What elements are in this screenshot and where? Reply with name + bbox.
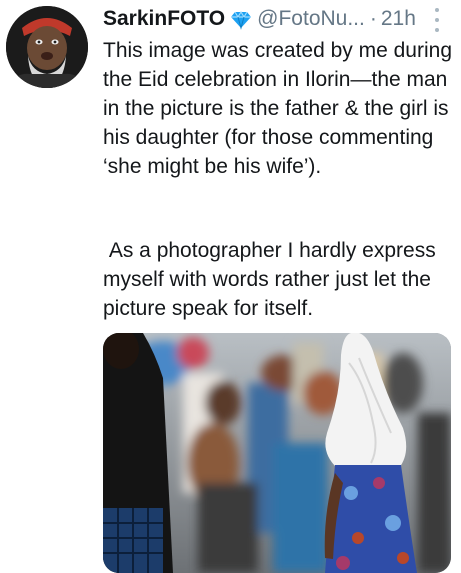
photo-image [103, 333, 451, 573]
tweet-paragraph-1: This image was created by me during the … [103, 39, 458, 178]
user-handle[interactable]: @FotoNu... [257, 7, 365, 31]
separator-dot: · [369, 7, 377, 30]
tweet-body: This image was created by me during the … [103, 36, 455, 181]
more-vertical-icon[interactable] [430, 8, 444, 32]
gem-icon [230, 8, 252, 30]
tweet-timestamp[interactable]: 21h [381, 7, 416, 31]
avatar[interactable] [6, 6, 88, 88]
avatar-image [6, 6, 88, 88]
tweet-photo[interactable] [103, 333, 451, 573]
display-name[interactable]: SarkinFOTO [103, 7, 225, 31]
tweet-header: SarkinFOTO @FotoNu... · 21h [103, 6, 416, 32]
tweet-paragraph-2: As a photographer I hardly express mysel… [103, 239, 442, 320]
tweet: SarkinFOTO @FotoNu... · 21h This image w… [0, 0, 461, 573]
